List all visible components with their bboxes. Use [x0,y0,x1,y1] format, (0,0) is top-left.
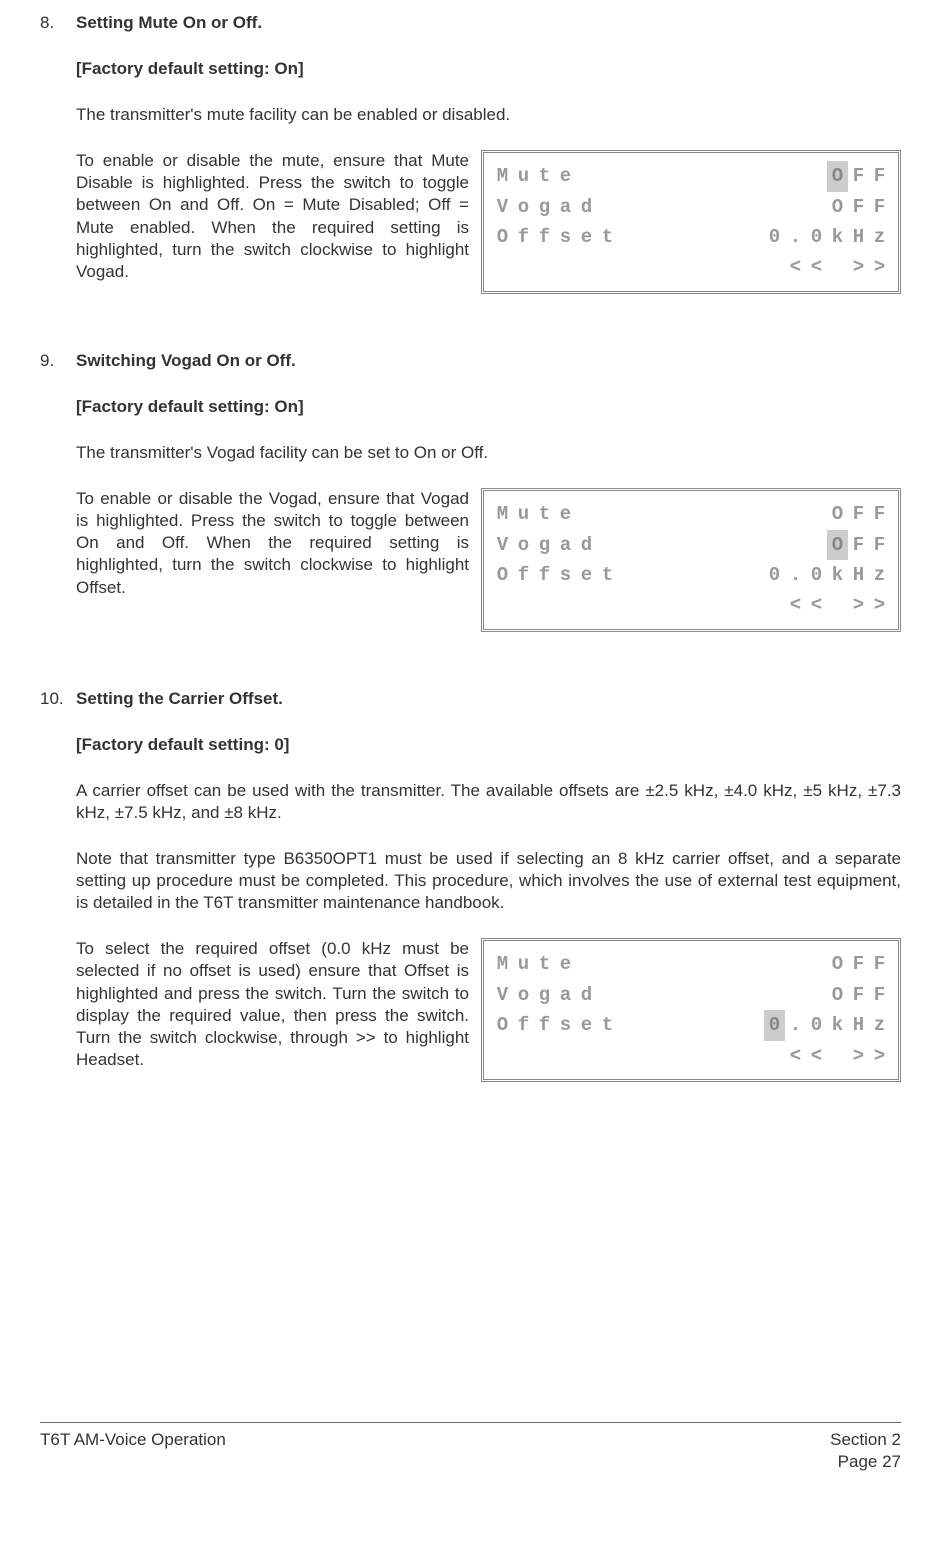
section-number: 8. [40,12,76,34]
section-number: 9. [40,350,76,372]
page-footer: T6T AM-Voice Operation Section 2 Page 27 [40,1422,901,1473]
footer-section: Section 2 [830,1429,901,1451]
instruction-row: To enable or disable the Vogad, ensure t… [76,488,901,632]
intro-paragraph: A carrier offset can be used with the tr… [76,780,901,824]
intro-paragraph: The transmitter's mute facility can be e… [76,104,901,126]
section-body: [Factory default setting: On] The transm… [76,58,901,294]
section-9: 9. Switching Vogad On or Off. [Factory d… [40,350,901,632]
section-title: Switching Vogad On or Off. [76,350,296,372]
lcd-display: MuteOFFVogadOFFOffset0.0kHz<< >> [481,488,901,632]
section-10: 10. Setting the Carrier Offset. [Factory… [40,688,901,1082]
default-setting: [Factory default setting: On] [76,58,901,80]
section-body: [Factory default setting: On] The transm… [76,396,901,632]
instruction-text: To select the required offset (0.0 kHz m… [76,938,469,1071]
footer-left: T6T AM-Voice Operation [40,1429,226,1473]
section-body: [Factory default setting: 0] A carrier o… [76,734,901,1082]
default-setting: [Factory default setting: 0] [76,734,901,756]
section-title: Setting the Carrier Offset. [76,688,283,710]
footer-page: Page 27 [830,1451,901,1473]
footer-right: Section 2 Page 27 [830,1429,901,1473]
section-heading: 10. Setting the Carrier Offset. [40,688,901,710]
intro-paragraph-2: Note that transmitter type B6350OPT1 mus… [76,848,901,914]
instruction-text: To enable or disable the Vogad, ensure t… [76,488,469,598]
default-setting: [Factory default setting: On] [76,396,901,418]
lcd-display: MuteOFFVogadOFFOffset0.0kHz<< >> [481,938,901,1082]
section-heading: 8. Setting Mute On or Off. [40,12,901,34]
instruction-row: To enable or disable the mute, ensure th… [76,150,901,294]
section-title: Setting Mute On or Off. [76,12,262,34]
section-8: 8. Setting Mute On or Off. [Factory defa… [40,12,901,294]
instruction-text: To enable or disable the mute, ensure th… [76,150,469,283]
intro-paragraph: The transmitter's Vogad facility can be … [76,442,901,464]
instruction-row: To select the required offset (0.0 kHz m… [76,938,901,1082]
section-number: 10. [40,688,76,710]
section-heading: 9. Switching Vogad On or Off. [40,350,901,372]
lcd-display: MuteOFFVogadOFFOffset0.0kHz<< >> [481,150,901,294]
